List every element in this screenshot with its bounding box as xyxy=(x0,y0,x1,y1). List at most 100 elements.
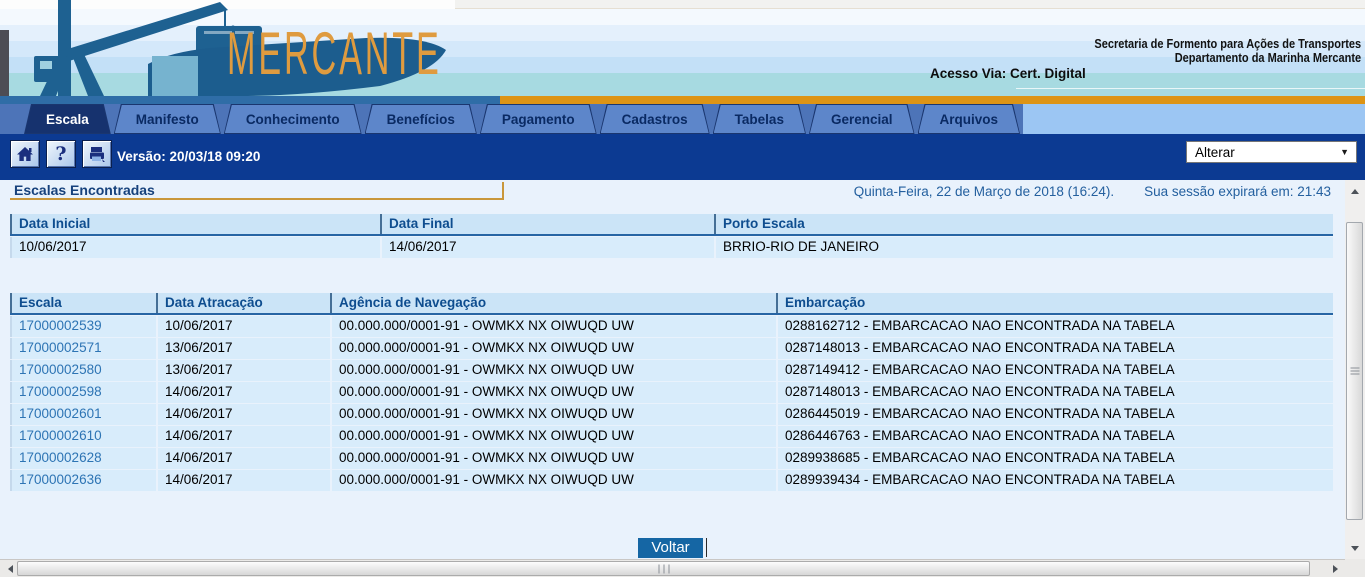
agencia-cell: 00.000.000/0001-91 - OWMKX NX OIWUQD UW xyxy=(330,448,776,469)
escala-link[interactable]: 17000002628 xyxy=(10,448,156,469)
table-row: 1700000258013/06/201700.000.000/0001-91 … xyxy=(10,360,1333,381)
help-button[interactable]: ? xyxy=(46,140,76,168)
tab-gerencial[interactable]: Gerencial xyxy=(809,104,915,134)
agencia-cell: 00.000.000/0001-91 - OWMKX NX OIWUQD UW xyxy=(330,404,776,425)
tabs-container: Escala Manifesto Conhecimento Benefícios… xyxy=(0,104,1023,134)
data-atracacao-cell: 14/06/2017 xyxy=(156,382,330,403)
results-table-header: Escala Data Atracação Agência de Navegaç… xyxy=(10,293,1333,315)
results-header-data-atracacao: Data Atracação xyxy=(156,293,330,313)
filter-header-data-inicial: Data Inicial xyxy=(10,214,380,234)
scroll-right-button[interactable] xyxy=(1327,561,1343,576)
thumb-grip xyxy=(656,564,671,573)
filter-header-porto-escala: Porto Escala xyxy=(714,214,1333,234)
org-name: Secretaria de Formento para Ações de Tra… xyxy=(1094,37,1361,65)
help-icon: ? xyxy=(55,143,66,165)
arrow-left-icon xyxy=(8,565,13,573)
current-datetime: Quinta-Feira, 22 de Março de 2018 (16:24… xyxy=(854,184,1114,199)
results-table: Escala Data Atracação Agência de Navegaç… xyxy=(10,293,1333,491)
escala-link[interactable]: 17000002610 xyxy=(10,426,156,447)
tab-cadastros[interactable]: Cadastros xyxy=(600,104,710,134)
page-title: Escalas Encontradas xyxy=(14,182,155,198)
accent-strip-orange xyxy=(500,96,1365,104)
content-frame: Escalas Encontradas Quinta-Feira, 22 de … xyxy=(0,180,1345,559)
filter-table-row: 10/06/2017 14/06/2017 BRRIO-RIO DE JANEI… xyxy=(10,237,1333,258)
tab-tabelas[interactable]: Tabelas xyxy=(713,104,806,134)
escala-link[interactable]: 17000002601 xyxy=(10,404,156,425)
escala-link[interactable]: 17000002598 xyxy=(10,382,156,403)
filter-value-data-inicial: 10/06/2017 xyxy=(10,237,380,258)
agencia-cell: 00.000.000/0001-91 - OWMKX NX OIWUQD UW xyxy=(330,316,776,337)
data-atracacao-cell: 13/06/2017 xyxy=(156,360,330,381)
agencia-cell: 00.000.000/0001-91 - OWMKX NX OIWUQD UW xyxy=(330,470,776,491)
embarcacao-cell: 0289939434 - EMBARCACAO NAO ENCONTRADA N… xyxy=(776,470,1333,491)
escala-link[interactable]: 17000002539 xyxy=(10,316,156,337)
tab-manifesto[interactable]: Manifesto xyxy=(114,104,221,134)
escala-link[interactable]: 17000002580 xyxy=(10,360,156,381)
data-atracacao-cell: 14/06/2017 xyxy=(156,448,330,469)
data-atracacao-cell: 10/06/2017 xyxy=(156,316,330,337)
arrow-down-icon xyxy=(1351,546,1359,551)
scroll-up-button[interactable] xyxy=(1346,183,1364,199)
action-dropdown-value: Alterar xyxy=(1195,145,1235,160)
voltar-row: Voltar xyxy=(0,538,1345,558)
access-via-label: Acesso Via: Cert. Digital xyxy=(930,66,1086,81)
embarcacao-cell: 0287148013 - EMBARCACAO NAO ENCONTRADA N… xyxy=(776,382,1333,403)
brand-title: MERCANTE xyxy=(227,24,442,84)
table-row: 1700000259814/06/201700.000.000/0001-91 … xyxy=(10,382,1333,403)
tab-arquivos[interactable]: Arquivos xyxy=(918,104,1021,134)
results-header-embarcacao: Embarcação xyxy=(776,293,1333,313)
version-label: Versão: 20/03/18 09:20 xyxy=(117,134,260,180)
accent-strip-blue xyxy=(0,96,500,104)
escala-link[interactable]: 17000002571 xyxy=(10,338,156,359)
home-icon xyxy=(15,144,35,164)
arrow-up-icon xyxy=(1351,189,1359,194)
filter-table: Data Inicial Data Final Porto Escala 10/… xyxy=(10,214,1333,258)
embarcacao-cell: 0286446763 - EMBARCACAO NAO ENCONTRADA N… xyxy=(776,426,1333,447)
tab-escala[interactable]: Escala xyxy=(24,104,111,134)
table-row: 1700000263614/06/201700.000.000/0001-91 … xyxy=(10,470,1333,491)
vertical-scrollbar-thumb[interactable] xyxy=(1346,222,1363,520)
table-row: 1700000257113/06/201700.000.000/0001-91 … xyxy=(10,338,1333,359)
main-nav: Escala Manifesto Conhecimento Benefícios… xyxy=(0,104,1365,134)
horizontal-scrollbar[interactable] xyxy=(0,559,1345,577)
tab-beneficios[interactable]: Benefícios xyxy=(365,104,477,134)
org-line1: Secretaria de Formento para Ações de Tra… xyxy=(1094,37,1361,51)
home-button[interactable] xyxy=(10,140,40,168)
filter-header-data-final: Data Final xyxy=(380,214,714,234)
filter-value-data-final: 14/06/2017 xyxy=(380,237,714,258)
vertical-scrollbar[interactable] xyxy=(1345,180,1365,559)
data-atracacao-cell: 13/06/2017 xyxy=(156,338,330,359)
thumb-grip xyxy=(1350,366,1359,377)
table-row: 1700000253910/06/201700.000.000/0001-91 … xyxy=(10,316,1333,337)
title-underline: Escalas Encontradas xyxy=(10,182,504,200)
agencia-cell: 00.000.000/0001-91 - OWMKX NX OIWUQD UW xyxy=(330,382,776,403)
embarcacao-cell: 0289938685 - EMBARCACAO NAO ENCONTRADA N… xyxy=(776,448,1333,469)
scrollbar-corner xyxy=(1345,559,1365,577)
embarcacao-cell: 0288162712 - EMBARCACAO NAO ENCONTRADA N… xyxy=(776,316,1333,337)
agencia-cell: 00.000.000/0001-91 - OWMKX NX OIWUQD UW xyxy=(330,360,776,381)
table-row: 1700000260114/06/201700.000.000/0001-91 … xyxy=(10,404,1333,425)
horizontal-scrollbar-thumb[interactable] xyxy=(17,561,1310,576)
data-atracacao-cell: 14/06/2017 xyxy=(156,426,330,447)
escala-link[interactable]: 17000002636 xyxy=(10,470,156,491)
scroll-left-button[interactable] xyxy=(2,561,18,576)
embarcacao-cell: 0286445019 - EMBARCACAO NAO ENCONTRADA N… xyxy=(776,404,1333,425)
results-header-agencia: Agência de Navegação xyxy=(330,293,776,313)
top-strip xyxy=(455,0,1365,9)
filter-value-porto-escala: BRRIO-RIO DE JANEIRO xyxy=(714,237,1333,258)
results-table-body: 1700000253910/06/201700.000.000/0001-91 … xyxy=(10,316,1333,491)
org-line2: Departamento da Marinha Mercante xyxy=(1094,51,1361,65)
print-button[interactable] xyxy=(82,140,112,168)
tab-conhecimento[interactable]: Conhecimento xyxy=(224,104,362,134)
embarcacao-cell: 0287148013 - EMBARCACAO NAO ENCONTRADA N… xyxy=(776,338,1333,359)
agencia-cell: 00.000.000/0001-91 - OWMKX NX OIWUQD UW xyxy=(330,338,776,359)
table-row: 1700000261014/06/201700.000.000/0001-91 … xyxy=(10,426,1333,447)
results-header-escala: Escala xyxy=(10,293,156,313)
tab-pagamento[interactable]: Pagamento xyxy=(480,104,597,134)
scroll-down-button[interactable] xyxy=(1346,540,1364,556)
filter-table-header: Data Inicial Data Final Porto Escala xyxy=(10,214,1333,236)
session-expiry: Sua sessão expirará em: 21:43 xyxy=(1144,184,1331,199)
action-dropdown[interactable]: Alterar ▼ xyxy=(1186,141,1357,163)
voltar-button[interactable]: Voltar xyxy=(638,538,702,558)
app-header: MERCANTE Secretaria de Formento para Açõ… xyxy=(0,0,1365,96)
